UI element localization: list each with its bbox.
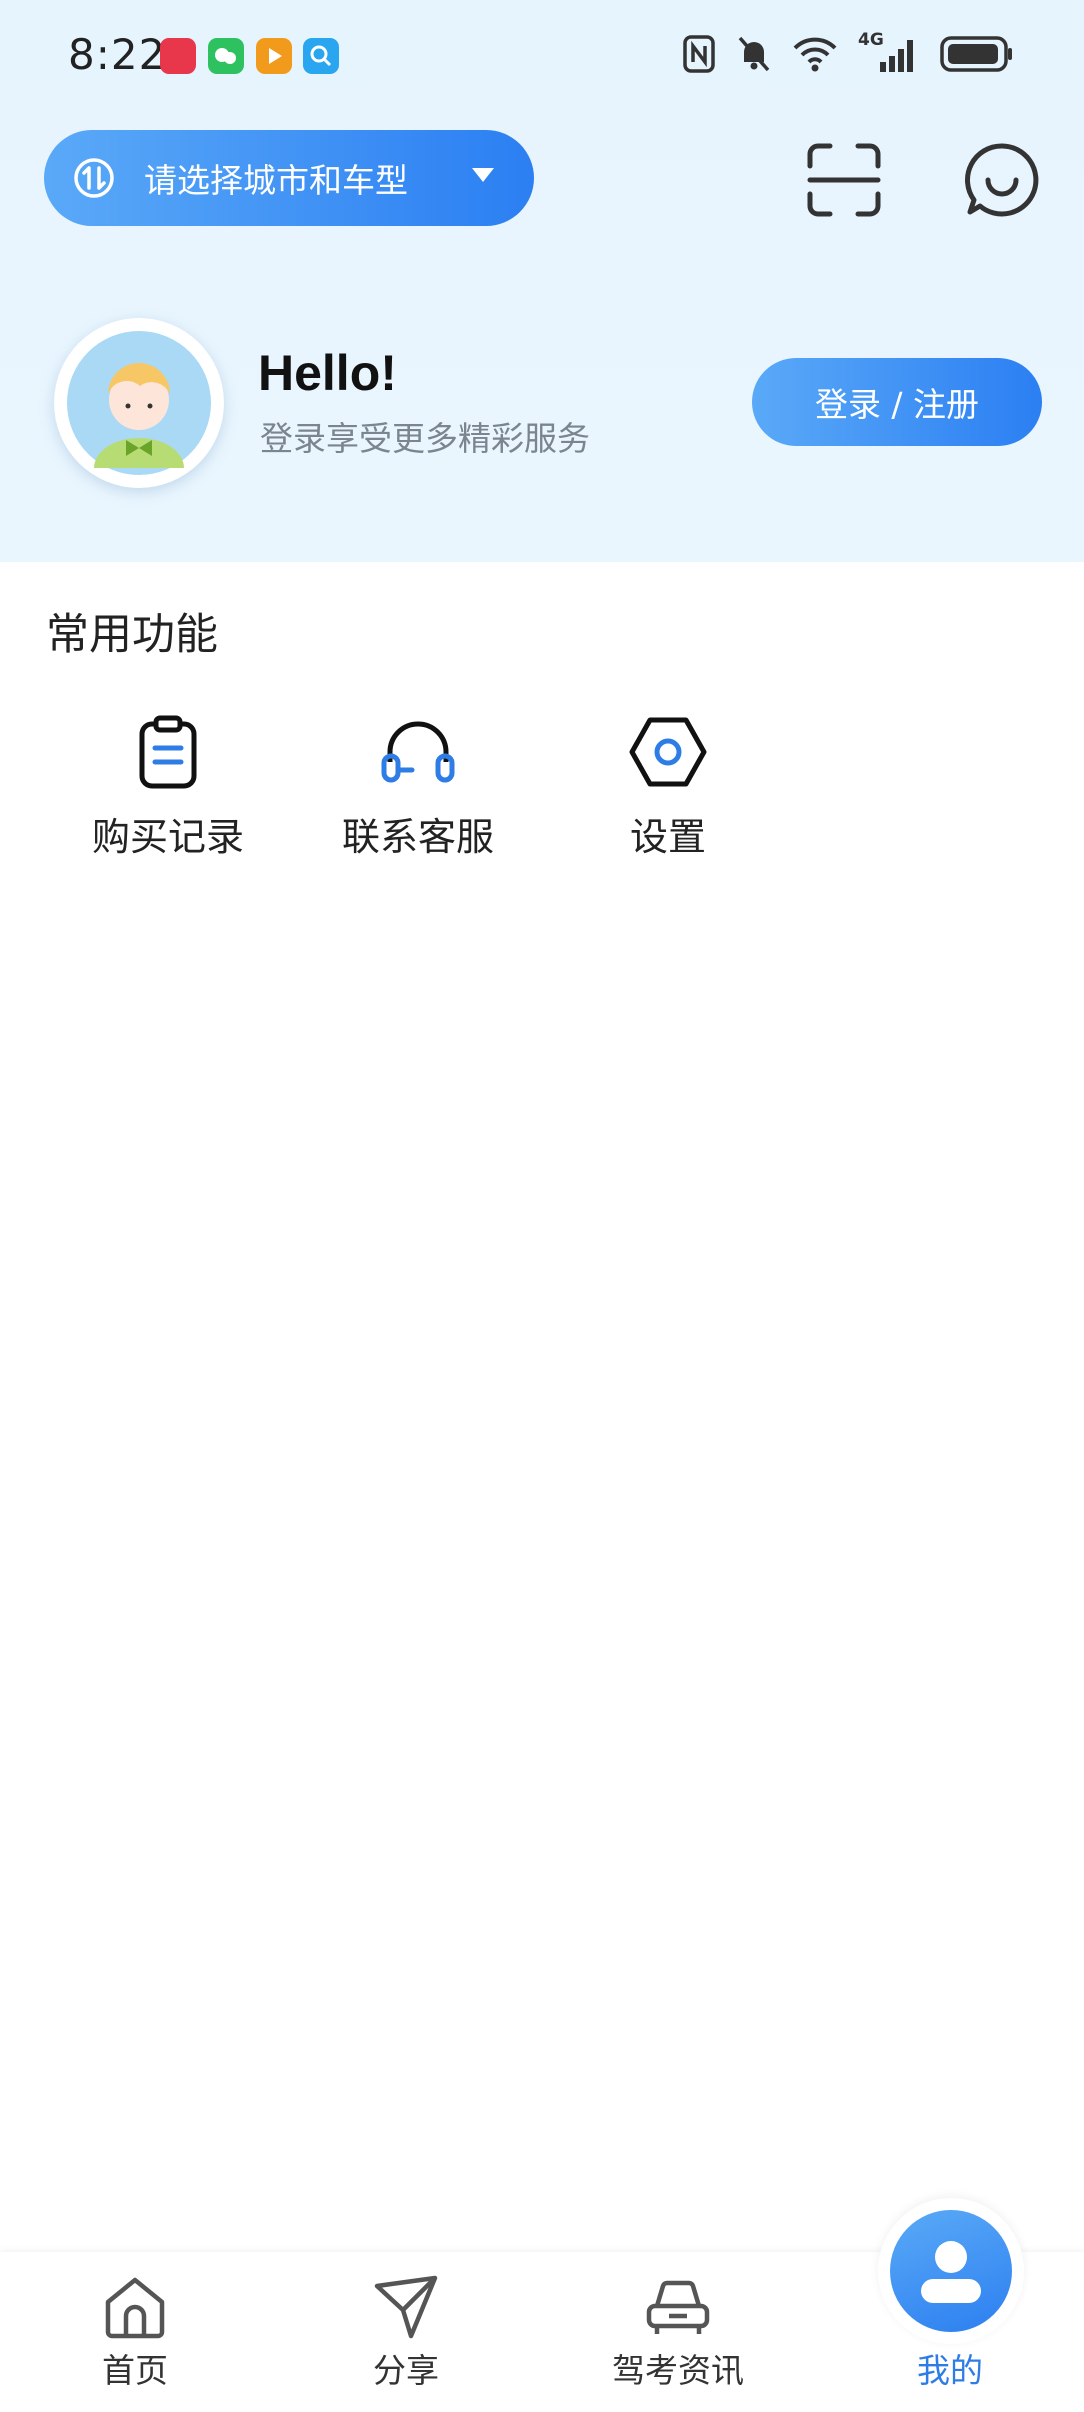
video-app-icon xyxy=(256,38,292,74)
chevron-down-icon xyxy=(472,168,494,182)
greeting-subtitle: 登录享受更多精彩服务 xyxy=(260,419,590,458)
avatar-illustration xyxy=(67,331,211,475)
login-register-button[interactable]: 登录 / 注册 xyxy=(752,358,1042,446)
wechat-icon xyxy=(208,38,244,74)
greeting: Hello! xyxy=(258,345,397,401)
nfc-icon xyxy=(683,35,715,73)
nav-item-home[interactable]: 首页 xyxy=(35,2272,235,2402)
battery-icon xyxy=(940,36,1012,72)
chat-icon[interactable] xyxy=(964,142,1040,218)
nav-mine-fab[interactable] xyxy=(890,2210,1012,2332)
huawei-store-icon xyxy=(160,38,196,74)
status-bar: 8:22 4G xyxy=(0,0,1084,110)
user-icon xyxy=(921,2241,981,2303)
status-time: 8:22 xyxy=(68,30,167,79)
swap-icon xyxy=(74,158,114,198)
home-icon xyxy=(105,2277,165,2339)
city-vehicle-selector[interactable]: 请选择城市和车型 xyxy=(44,130,534,226)
function-label: 设置 xyxy=(629,815,706,859)
contact-service-item[interactable]: 联系客服 xyxy=(318,712,518,862)
nav-label: 首页 xyxy=(102,2351,168,2390)
paper-plane-icon xyxy=(374,2275,438,2339)
wifi-icon xyxy=(793,37,837,72)
clipboard-icon xyxy=(139,715,197,789)
section-title: 常用功能 xyxy=(46,610,218,660)
mute-bell-icon xyxy=(738,36,770,72)
settings-item[interactable]: 设置 xyxy=(568,712,768,862)
function-label: 购买记录 xyxy=(91,815,244,859)
city-selector-label: 请选择城市和车型 xyxy=(144,161,408,200)
purchase-records-item[interactable]: 购买记录 xyxy=(68,712,268,862)
settings-hex-icon xyxy=(629,717,707,787)
scan-icon[interactable] xyxy=(806,142,882,218)
nav-label-active: 我的 xyxy=(917,2351,983,2390)
nav-label: 分享 xyxy=(373,2351,439,2390)
nav-item-driving-news[interactable]: 驾考资讯 xyxy=(578,2272,778,2402)
nav-item-share[interactable]: 分享 xyxy=(306,2272,506,2402)
avatar[interactable] xyxy=(54,318,224,488)
car-icon xyxy=(646,2280,710,2334)
function-label: 联系客服 xyxy=(341,815,494,859)
cellular-signal: 4G xyxy=(858,30,920,74)
search-app-icon xyxy=(303,38,339,74)
nav-label: 驾考资讯 xyxy=(612,2351,744,2390)
headset-icon xyxy=(381,721,455,783)
